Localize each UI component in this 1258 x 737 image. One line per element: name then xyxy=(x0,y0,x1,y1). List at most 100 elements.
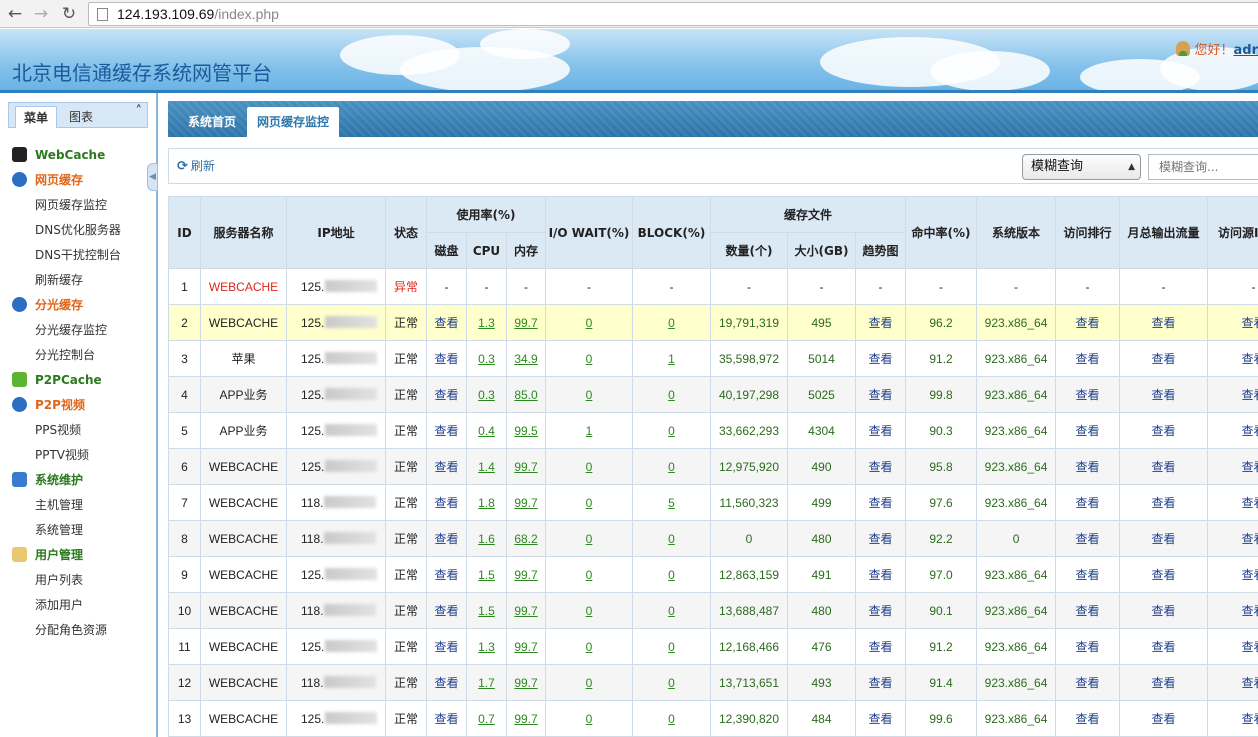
query-mode-select[interactable]: 模糊查询 ▲ xyxy=(1022,154,1141,180)
value-link[interactable]: 1.4 xyxy=(478,460,495,474)
view-link[interactable]: 查看 xyxy=(1076,532,1100,546)
view-link[interactable]: 查看 xyxy=(869,640,893,654)
view-link[interactable]: 查看 xyxy=(1076,640,1100,654)
view-link[interactable]: 查看 xyxy=(434,532,458,546)
sidebar-group[interactable]: 用户管理 xyxy=(12,545,83,565)
sidebar-item[interactable]: PPS视频 xyxy=(35,420,81,440)
sidebar-item[interactable]: DNS干扰控制台 xyxy=(35,245,121,265)
view-link[interactable]: 查看 xyxy=(434,388,458,402)
view-link[interactable]: 查看 xyxy=(869,424,893,438)
sidebar-item[interactable]: 分配角色资源 xyxy=(35,620,107,640)
view-link[interactable]: 查看 xyxy=(869,568,893,582)
view-link[interactable]: 查看 xyxy=(1076,568,1100,582)
view-link[interactable]: 查看 xyxy=(1242,352,1258,366)
view-link[interactable]: 查看 xyxy=(1152,676,1176,690)
sidebar-item[interactable]: 系统管理 xyxy=(35,520,83,540)
view-link[interactable]: 查看 xyxy=(1152,424,1176,438)
value-link[interactable]: 0 xyxy=(668,640,675,654)
value-link[interactable]: 99.7 xyxy=(514,712,537,726)
view-link[interactable]: 查看 xyxy=(1152,388,1176,402)
reload-icon[interactable]: ↻ xyxy=(58,3,80,25)
value-link[interactable]: 0 xyxy=(668,316,675,330)
view-link[interactable]: 查看 xyxy=(1152,568,1176,582)
view-link[interactable]: 查看 xyxy=(1076,424,1100,438)
sidebar-item[interactable]: 用户列表 xyxy=(35,570,83,590)
view-link[interactable]: 查看 xyxy=(869,352,893,366)
view-link[interactable]: 查看 xyxy=(1152,604,1176,618)
value-link[interactable]: 0 xyxy=(668,568,675,582)
sidebar-item[interactable]: 分光控制台 xyxy=(35,345,95,365)
value-link[interactable]: 0 xyxy=(668,460,675,474)
value-link[interactable]: 0 xyxy=(668,532,675,546)
value-link[interactable]: 0 xyxy=(586,496,593,510)
sidebar-item[interactable]: DNS优化服务器 xyxy=(35,220,121,240)
value-link[interactable]: 1.3 xyxy=(478,640,495,654)
value-link[interactable]: 99.7 xyxy=(514,496,537,510)
value-link[interactable]: 1 xyxy=(668,352,675,366)
view-link[interactable]: 查看 xyxy=(1076,712,1100,726)
value-link[interactable]: 5 xyxy=(668,496,675,510)
collapse-up-icon[interactable]: ˄ xyxy=(136,104,143,119)
view-link[interactable]: 查看 xyxy=(1242,532,1258,546)
view-link[interactable]: 查看 xyxy=(869,460,893,474)
value-link[interactable]: 99.7 xyxy=(514,676,537,690)
value-link[interactable]: 0.3 xyxy=(478,388,495,402)
view-link[interactable]: 查看 xyxy=(1242,640,1258,654)
view-link[interactable]: 查看 xyxy=(1076,676,1100,690)
sidebar-item[interactable]: 添加用户 xyxy=(35,595,83,615)
view-link[interactable]: 查看 xyxy=(434,352,458,366)
view-link[interactable]: 查看 xyxy=(1242,604,1258,618)
view-link[interactable]: 查看 xyxy=(1076,352,1100,366)
value-link[interactable]: 0 xyxy=(586,352,593,366)
value-link[interactable]: 0.3 xyxy=(478,352,495,366)
value-link[interactable]: 0 xyxy=(586,388,593,402)
refresh-button[interactable]: ⟳ 刷新 xyxy=(177,157,215,174)
view-link[interactable]: 查看 xyxy=(869,712,893,726)
value-link[interactable]: 0 xyxy=(668,388,675,402)
search-input[interactable] xyxy=(1148,154,1258,180)
sidebar-group[interactable]: P2P视频 xyxy=(12,395,85,415)
view-link[interactable]: 查看 xyxy=(1076,604,1100,618)
view-link[interactable]: 查看 xyxy=(869,532,893,546)
view-link[interactable]: 查看 xyxy=(1242,424,1258,438)
view-link[interactable]: 查看 xyxy=(1152,532,1176,546)
value-link[interactable]: 0 xyxy=(586,640,593,654)
view-link[interactable]: 查看 xyxy=(1152,316,1176,330)
view-link[interactable]: 查看 xyxy=(1076,496,1100,510)
view-link[interactable]: 查看 xyxy=(1242,460,1258,474)
view-link[interactable]: 查看 xyxy=(434,460,458,474)
view-link[interactable]: 查看 xyxy=(434,568,458,582)
view-link[interactable]: 查看 xyxy=(1076,388,1100,402)
view-link[interactable]: 查看 xyxy=(869,388,893,402)
view-link[interactable]: 查看 xyxy=(1242,676,1258,690)
view-link[interactable]: 查看 xyxy=(434,496,458,510)
value-link[interactable]: 1.6 xyxy=(478,532,495,546)
value-link[interactable]: 68.2 xyxy=(514,532,537,546)
tab-home[interactable]: 系统首页 xyxy=(178,107,246,137)
value-link[interactable]: 0 xyxy=(668,712,675,726)
value-link[interactable]: 0 xyxy=(586,712,593,726)
address-bar[interactable]: 124.193.109.69/index.php xyxy=(88,2,1258,26)
sidebar-tab-menu[interactable]: 菜单 xyxy=(15,106,58,128)
sidebar-group[interactable]: 网页缓存 xyxy=(12,170,83,190)
value-link[interactable]: 99.7 xyxy=(514,460,537,474)
view-link[interactable]: 查看 xyxy=(1242,568,1258,582)
value-link[interactable]: 0.4 xyxy=(478,424,495,438)
view-link[interactable]: 查看 xyxy=(1242,712,1258,726)
sidebar-group[interactable]: 系统维护 xyxy=(12,470,83,490)
value-link[interactable]: 1.7 xyxy=(478,676,495,690)
view-link[interactable]: 查看 xyxy=(434,424,458,438)
view-link[interactable]: 查看 xyxy=(1152,460,1176,474)
sidebar-group[interactable]: WebCache xyxy=(12,145,105,165)
view-link[interactable]: 查看 xyxy=(869,604,893,618)
view-link[interactable]: 查看 xyxy=(1152,496,1176,510)
sidebar-item[interactable]: 主机管理 xyxy=(35,495,83,515)
sidebar-item[interactable]: PPTV视频 xyxy=(35,445,89,465)
value-link[interactable]: 0 xyxy=(586,604,593,618)
sidebar-toggle-handle[interactable]: ◀ xyxy=(147,163,158,191)
username-link[interactable]: adr xyxy=(1234,43,1258,58)
value-link[interactable]: 0 xyxy=(586,676,593,690)
value-link[interactable]: 1.5 xyxy=(478,604,495,618)
sidebar-item[interactable]: 刷新缓存 xyxy=(35,270,83,290)
sidebar-item[interactable]: 网页缓存监控 xyxy=(35,195,107,215)
